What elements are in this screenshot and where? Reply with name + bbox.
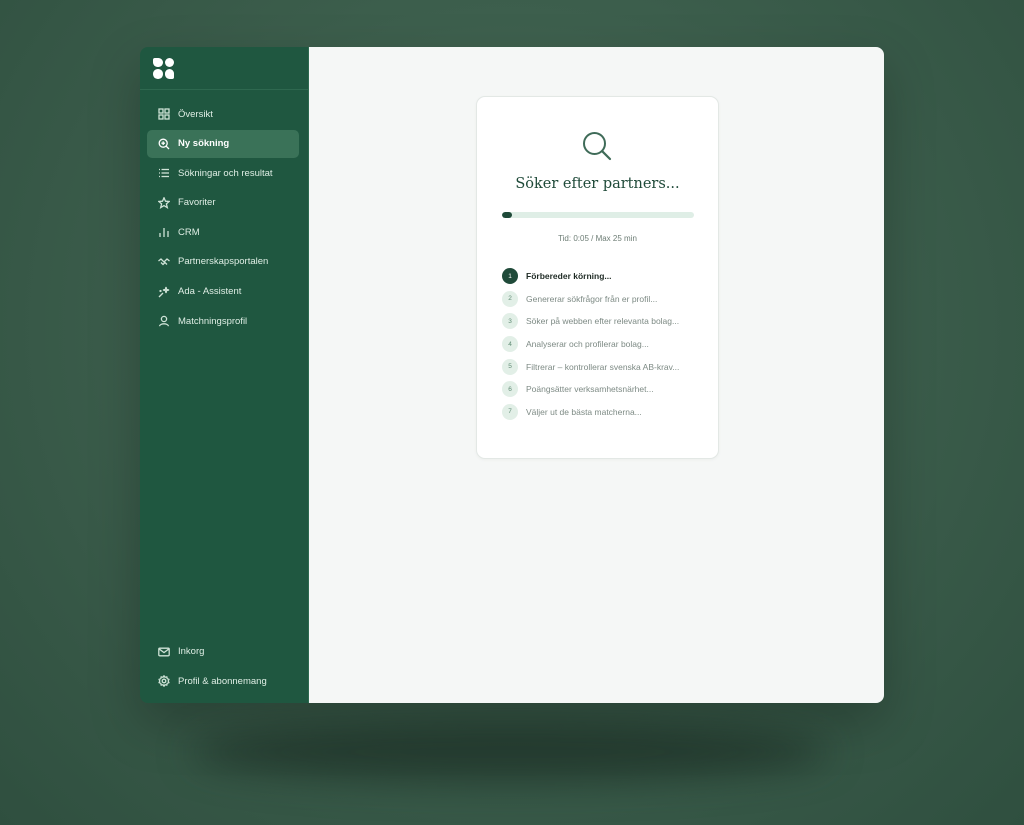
sidebar-bottom-nav: Inkorg Profil & abonnemang [140, 638, 308, 697]
step-number-badge: 4 [502, 336, 518, 353]
app-logo[interactable] [153, 57, 174, 79]
main-content: Söker efter partners... Tid: 0:05 / Max … [309, 47, 884, 703]
sidebar-item-sokningar[interactable]: Sökningar och resultat [147, 159, 299, 187]
app-window: Översikt Ny sökning Sökningar och result… [140, 47, 884, 703]
step-label: Förbereder körning... [526, 271, 612, 282]
grid-icon [157, 108, 170, 121]
step-item: 7 Väljer ut de bästa matcherna... [502, 401, 702, 424]
search-icon [583, 132, 612, 161]
sparkle-icon [157, 285, 170, 298]
list-icon [157, 167, 170, 180]
sidebar-item-partnerskapsportalen[interactable]: Partnerskapsportalen [147, 248, 299, 276]
step-item: 6 Poängsätter verksamhetsnärhet... [502, 378, 702, 401]
sidebar-item-oversikt[interactable]: Översikt [147, 100, 299, 128]
step-label: Poängsätter verksamhetsnärhet... [526, 384, 654, 395]
logo-row [140, 47, 308, 90]
step-number-badge: 2 [502, 290, 518, 307]
step-item: 2 Genererar sökfrågor från er profil... [502, 288, 702, 311]
step-item: 4 Analyserar och profilerar bolag... [502, 333, 702, 356]
bar-chart-icon [157, 226, 170, 239]
step-label: Genererar sökfrågor från er profil... [526, 293, 658, 304]
step-number-badge: 1 [502, 268, 518, 285]
sidebar-item-label: CRM [178, 226, 200, 238]
sidebar-item-ny-sokning[interactable]: Ny sökning [147, 129, 299, 158]
search-progress-card: Söker efter partners... Tid: 0:05 / Max … [476, 96, 719, 459]
sidebar-item-ada-assistent[interactable]: Ada - Assistent [147, 278, 299, 306]
sidebar-item-label: Ny sökning [178, 138, 230, 150]
step-item: 3 Söker på webben efter relevanta bolag.… [502, 310, 702, 333]
sidebar-item-label: Partnerskapsportalen [178, 256, 269, 268]
sidebar-item-matchningsprofil[interactable]: Matchningsprofil [147, 307, 299, 335]
search-status-title: Söker efter partners... [515, 176, 680, 192]
sidebar-item-label: Ada - Assistent [178, 286, 242, 298]
step-label: Filtrerar – kontrollerar svenska AB-krav… [526, 361, 680, 372]
sidebar-item-label: Favoriter [178, 197, 216, 209]
sidebar-item-inkorg[interactable]: Inkorg [147, 638, 299, 666]
user-icon [157, 315, 170, 328]
step-number-badge: 5 [502, 358, 518, 375]
step-list: 1 Förbereder körning... 2 Genererar sökf… [502, 265, 702, 423]
sidebar-item-label: Sökningar och resultat [178, 167, 273, 179]
sidebar-item-profil[interactable]: Profil & abonnemang [147, 667, 299, 695]
sidebar-item-label: Översikt [178, 108, 213, 120]
sidebar: Översikt Ny sökning Sökningar och result… [140, 47, 309, 703]
sidebar-nav: Översikt Ny sökning Sökningar och result… [140, 90, 308, 335]
sidebar-item-label: Profil & abonnemang [178, 675, 267, 687]
step-number-badge: 7 [502, 403, 518, 420]
step-label: Söker på webben efter relevanta bolag... [526, 316, 680, 327]
elapsed-timer: Tid: 0:05 / Max 25 min [558, 234, 637, 243]
handshake-icon [157, 255, 170, 268]
sidebar-item-label: Matchningsprofil [178, 315, 248, 327]
step-label: Analyserar och profilerar bolag... [526, 339, 649, 350]
gear-icon [157, 675, 170, 688]
step-number-badge: 3 [502, 313, 518, 330]
step-label: Väljer ut de bästa matcherna... [526, 406, 642, 417]
step-item: 1 Förbereder körning... [502, 265, 702, 288]
progress-bar [502, 212, 694, 218]
step-item: 5 Filtrerar – kontrollerar svenska AB-kr… [502, 355, 702, 378]
mail-icon [157, 645, 170, 658]
star-icon [157, 196, 170, 209]
sidebar-item-favoriter[interactable]: Favoriter [147, 189, 299, 217]
window-shadow [190, 722, 830, 782]
sidebar-item-label: Inkorg [178, 646, 205, 658]
search-plus-icon [157, 137, 170, 150]
sidebar-item-crm[interactable]: CRM [147, 218, 299, 246]
progress-fill [502, 212, 512, 218]
step-number-badge: 6 [502, 381, 518, 398]
